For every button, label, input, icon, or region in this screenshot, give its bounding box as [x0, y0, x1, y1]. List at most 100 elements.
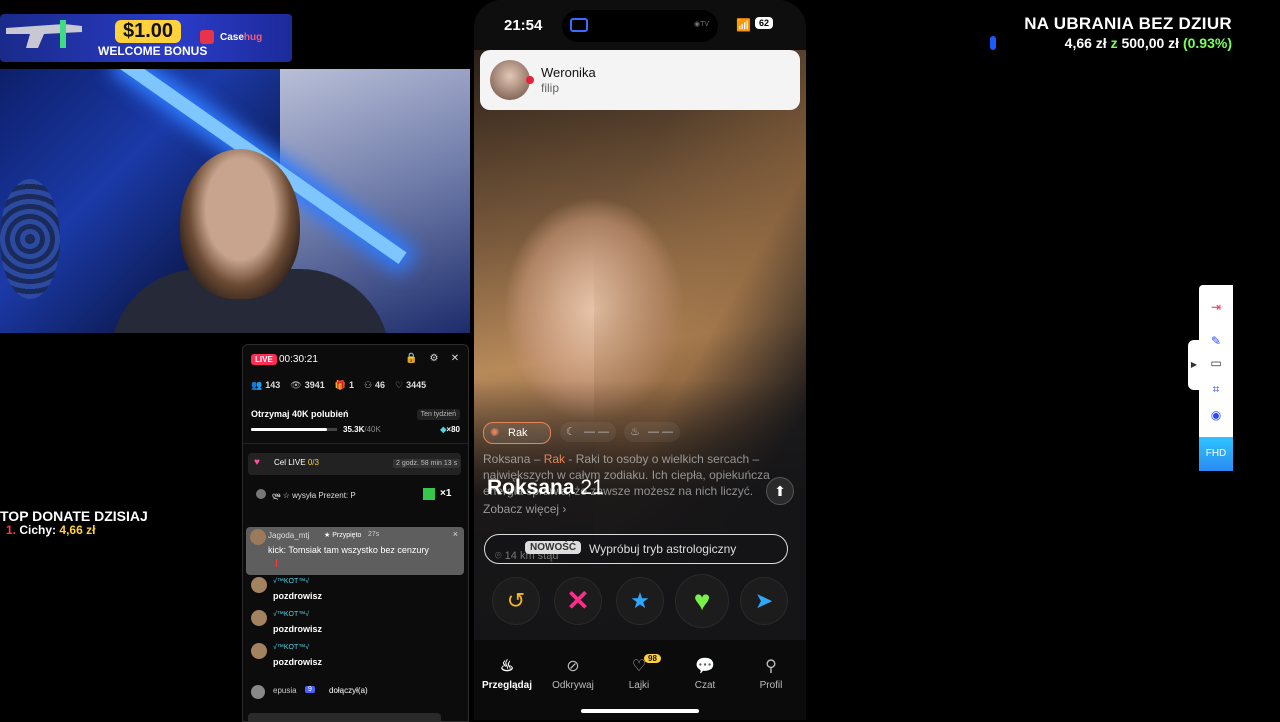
tab-browse[interactable]: ♨ Przeglądaj	[474, 656, 540, 691]
moon-icon: ☾	[566, 426, 576, 438]
join-user: epusia	[273, 686, 297, 695]
settings-icon[interactable]: ⚙	[428, 353, 440, 365]
eye-icon: 👁	[290, 380, 302, 390]
likes-count-badge: 98	[644, 654, 661, 663]
heart-icon: ♥	[254, 457, 260, 468]
goal-percent: (0.93%)	[1182, 35, 1232, 51]
live-goal-time: 2 godz. 58 min 13 s	[393, 459, 461, 468]
avatar	[251, 685, 265, 699]
chat-text: pozdrowisz	[273, 591, 322, 601]
like-button[interactable]: ♥	[676, 575, 728, 627]
crop-icon[interactable]: ⌗	[1208, 381, 1224, 397]
brand-suffix: hug	[243, 32, 263, 43]
coins-multiplier: ◆×80	[440, 425, 460, 434]
person-icon: ⚲	[765, 658, 777, 675]
viewers-stat: 👥 143	[251, 380, 280, 391]
gift-icon	[423, 488, 435, 500]
tab-chat[interactable]: 💬 Czat	[672, 656, 738, 691]
chat-text: pozdrowisz	[273, 624, 322, 634]
tab-discover[interactable]: ⊘ Odkrywaj	[540, 656, 606, 691]
goal-current-value: 35.3K	[343, 425, 365, 434]
gifts-stat: 🎁 1	[335, 380, 354, 391]
likes-stat: ♡ 3445	[395, 380, 426, 391]
screen-mirror-icon	[570, 18, 588, 32]
flame-icon: ♨	[499, 658, 515, 675]
new-badge: NOWOŚĆ	[525, 541, 582, 554]
avatar	[250, 529, 266, 545]
zodiac-label: Rak	[508, 427, 528, 439]
astro-label: Wypróbuj tryb astrologiczny	[589, 542, 737, 556]
pinned-message[interactable]: Jagoda_mtj ★ Przypięto 27s × kick: Tomsi…	[246, 527, 464, 575]
pinned-user: Jagoda_mtj	[268, 531, 310, 540]
chevron-right-icon: ›	[562, 502, 567, 516]
text-cursor	[276, 559, 277, 567]
see-more-link[interactable]: Zobacz więcej ›	[483, 502, 566, 516]
close-icon[interactable]: ×	[453, 529, 458, 539]
home-indicator[interactable]	[581, 709, 699, 713]
avatar	[251, 610, 267, 626]
recording-toolbar: ⇥ ✎ ▭ ⌗ ◉ FHD	[1199, 285, 1233, 471]
likes-count: 3445	[406, 380, 427, 390]
avatar	[251, 577, 267, 593]
astro-mode-button[interactable]: ⌾ 14 km stąd NOWOŚĆ Wypróbuj tryb astrol…	[484, 534, 788, 564]
tab-likes[interactable]: ♡ 98 Lajki	[606, 654, 672, 691]
week-label[interactable]: Ten tydzień	[416, 409, 460, 420]
views-count: 3941	[304, 380, 325, 390]
goal-target: 500,00 zł	[1121, 35, 1180, 51]
chat-user: √™KOT™√	[273, 611, 310, 618]
pinned-text: Przypięto	[332, 532, 362, 539]
push-notification[interactable]: Weronika filip	[480, 50, 800, 110]
level-badge: 9	[305, 686, 315, 693]
divider	[243, 443, 468, 444]
pen-icon[interactable]: ✎	[1208, 333, 1224, 349]
zodiac-chip[interactable]: ✺ Rak	[483, 422, 551, 444]
star-icon: ★	[630, 588, 650, 613]
live-goal-row[interactable]: ♥ Cel LIVE 0/3 2 godz. 58 min 13 s	[248, 453, 461, 475]
window-icon[interactable]: ▭	[1208, 355, 1224, 371]
gift-count: ×1	[440, 488, 452, 499]
webcam-feed	[0, 69, 470, 333]
goal-decoration	[990, 36, 996, 50]
arrow-up-icon: ⬆	[774, 483, 786, 499]
cel-value: 0/3	[307, 458, 319, 467]
donation-goal-title: NA UBRANIA BEZ DZIUR	[1024, 14, 1232, 33]
close-icon[interactable]: ✕	[449, 353, 461, 365]
live-stats: 👥 143 👁 3941 🎁 1 ⚇ 46 ♡ 3445	[251, 380, 426, 391]
bottom-tab-bar: ♨ Przeglądaj ⊘ Odkrywaj ♡ 98 Lajki 💬 Czat ⚲ Pr…	[474, 640, 806, 720]
compass-icon: ⊘	[566, 658, 580, 675]
x-icon: ✕	[566, 585, 590, 616]
lock-icon[interactable]: 🔒	[405, 353, 417, 365]
gift-row: ლ̶̶̶̶̶̶̶̶̶̶̶̶̶̶̶̶̶̶̶̶̶̶̶̶̶̶̶ ☆ wysyła Pr…	[248, 485, 461, 505]
chat-text: pozdrowisz	[273, 657, 322, 667]
rewind-button[interactable]: ↺	[493, 578, 539, 624]
see-more-text: Zobacz więcej	[483, 502, 560, 516]
chat-user: √™KOT™√	[273, 578, 310, 585]
tab-profile[interactable]: ⚲ Profil	[738, 656, 804, 691]
nope-button[interactable]: ✕	[555, 578, 601, 624]
donation-goal-progress: 4,66 zł z 500,00 zł (0.93%)	[1065, 35, 1232, 51]
paper-plane-icon: ➤	[754, 588, 774, 613]
tab-label: Odkrywaj	[552, 680, 594, 691]
open-profile-button[interactable]: ⬆	[766, 477, 794, 505]
send-message-button[interactable]: ➤	[741, 578, 787, 624]
pin-icon: ★	[324, 532, 331, 539]
battery-level: 62	[755, 17, 774, 29]
join-action: dołączył(a)	[329, 686, 368, 695]
quality-button[interactable]: FHD	[1199, 437, 1233, 471]
exit-icon[interactable]: ⇥	[1208, 299, 1224, 315]
viewers-count: 143	[265, 380, 281, 390]
pinned-age: 27s	[368, 531, 380, 538]
goal-bar-fill	[251, 428, 327, 431]
tv-icon: ◉TV	[694, 21, 710, 28]
super-like-button[interactable]: ★	[617, 578, 663, 624]
promo-banner[interactable]: $1.00 WELCOME BONUS Casehug	[0, 14, 292, 62]
top-donate-entry: 1. Cichy: 4,66 zł	[6, 523, 95, 537]
rising-chip[interactable]: ♨ — —	[624, 422, 680, 442]
casehug-logo-icon	[200, 30, 214, 44]
add-user-icon: ⚇	[363, 380, 373, 390]
cel-label: Cel LIVE	[274, 458, 306, 467]
record-icon[interactable]: ◉	[1208, 407, 1224, 423]
gift-icon: 🎁	[334, 380, 346, 390]
donate-rank: 1.	[6, 523, 17, 537]
moon-chip[interactable]: ☾ — —	[560, 422, 616, 442]
